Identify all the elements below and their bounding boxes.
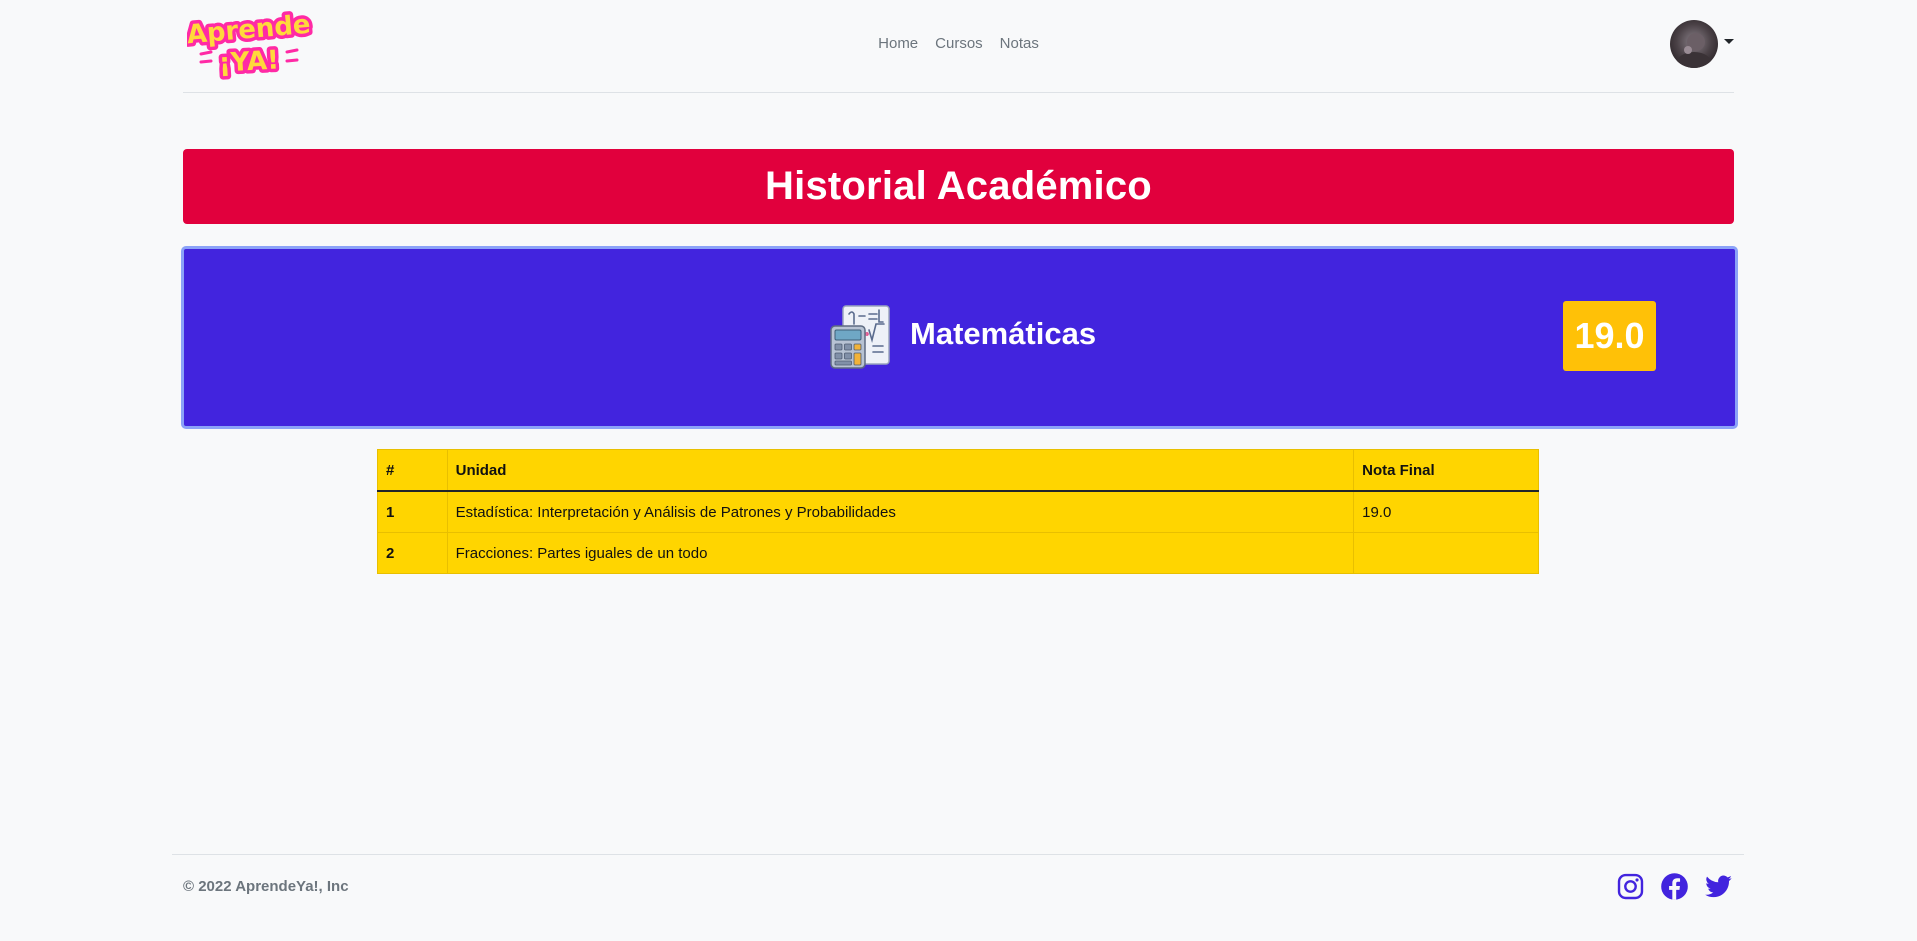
row-grade: 19.0	[1353, 490, 1539, 533]
copyright-text: © 2022 AprendeYa!, Inc	[183, 878, 349, 895]
course-name: Matemáticas	[910, 316, 1097, 351]
social-links	[1616, 872, 1733, 901]
column-header-unidad: Unidad	[446, 449, 1355, 492]
nav-cursos-link[interactable]: Cursos	[935, 35, 983, 52]
table-row[interactable]: 2 Fracciones: Partes iguales de un todo	[377, 532, 1539, 574]
avatar	[1670, 20, 1718, 68]
chevron-down-icon	[1724, 38, 1734, 44]
site-header: Aprende ¡YA! Home Cursos Notas	[182, 0, 1734, 93]
facebook-icon[interactable]	[1660, 872, 1689, 901]
units-table: # Unidad Nota Final 1 Estadística: Inter…	[377, 449, 1539, 574]
instagram-icon[interactable]	[1616, 872, 1645, 901]
table-header-row: # Unidad Nota Final	[377, 449, 1539, 492]
row-number: 2	[377, 532, 448, 574]
column-header-nota-final: Nota Final	[1353, 449, 1539, 492]
nav-notas-link[interactable]: Notas	[1000, 35, 1039, 52]
nav-home-link[interactable]: Home	[878, 35, 918, 52]
table-row[interactable]: 1 Estadística: Interpretación y Análisis…	[377, 490, 1539, 533]
row-unit: Estadística: Interpretación y Análisis d…	[446, 490, 1355, 533]
row-grade	[1353, 532, 1539, 574]
column-header-number: #	[377, 449, 448, 492]
row-number: 1	[377, 490, 448, 533]
user-menu-toggle[interactable]	[1670, 20, 1734, 68]
main-nav: Home Cursos Notas	[183, 35, 1734, 52]
twitter-icon[interactable]	[1704, 872, 1733, 901]
course-card[interactable]: Matemáticas 19.0	[181, 246, 1738, 429]
page-title-banner: Historial Académico	[183, 149, 1734, 224]
math-book-icon	[829, 304, 893, 370]
page-title: Historial Académico	[765, 164, 1152, 208]
course-grade-badge: 19.0	[1563, 301, 1656, 371]
site-footer: © 2022 AprendeYa!, Inc	[172, 854, 1744, 925]
row-unit: Fracciones: Partes iguales de un todo	[446, 532, 1355, 574]
